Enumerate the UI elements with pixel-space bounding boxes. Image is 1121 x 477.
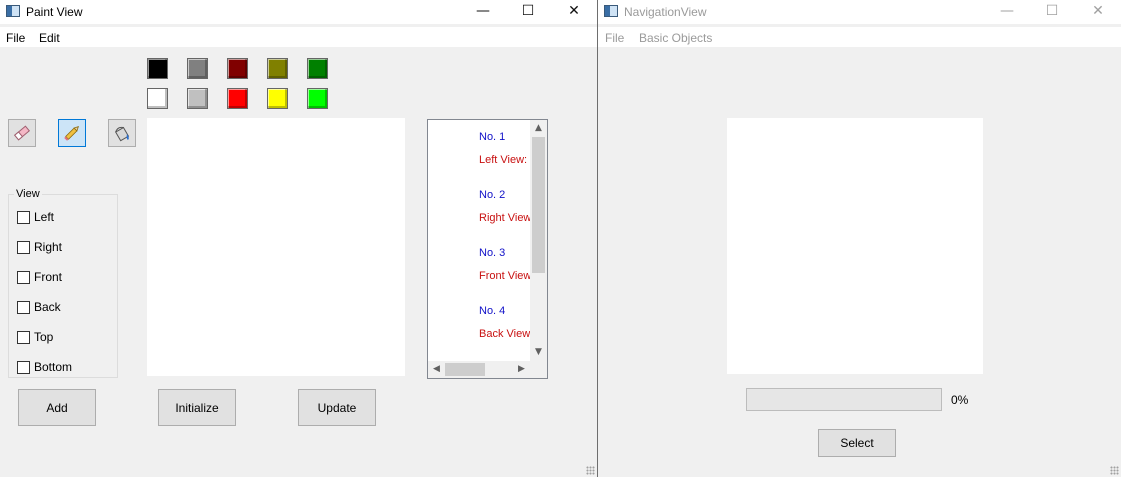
checkbox-box[interactable] xyxy=(17,270,30,284)
update-button[interactable]: Update xyxy=(298,389,376,426)
list-item-number[interactable]: No. 1 xyxy=(479,131,505,143)
pencil-tool-button[interactable] xyxy=(58,119,86,147)
checkbox-label: Right xyxy=(34,240,63,254)
maximize-button[interactable]: ☐ xyxy=(1029,0,1075,24)
scroll-corner xyxy=(530,361,547,378)
add-button[interactable]: Add xyxy=(18,389,96,426)
list-item-number[interactable]: No. 2 xyxy=(479,189,505,201)
close-button[interactable]: ✕ xyxy=(1075,0,1121,24)
vertical-scroll-thumb[interactable] xyxy=(532,137,545,273)
color-swatch-maroon[interactable] xyxy=(227,58,248,79)
scroll-right-icon[interactable]: ▶ xyxy=(513,361,530,378)
app-icon xyxy=(6,5,20,17)
view-group-title: View xyxy=(14,188,42,200)
menu-bar: File Edit xyxy=(0,27,597,47)
title-bar[interactable]: NavigationView — ☐ ✕ xyxy=(598,0,1121,24)
color-swatch-lime[interactable] xyxy=(307,88,328,109)
progress-bar xyxy=(746,388,942,411)
resize-grip-icon[interactable] xyxy=(1110,466,1119,475)
paint-view-window: Paint View — ☐ ✕ File Edit View Left Rig… xyxy=(0,0,597,477)
drawing-canvas[interactable] xyxy=(147,118,405,376)
checkbox-label: Left xyxy=(34,210,55,224)
scroll-down-icon[interactable]: ▼ xyxy=(530,344,547,361)
paint-bucket-tool-button[interactable] xyxy=(108,119,136,147)
checkbox-front[interactable]: Front xyxy=(17,269,62,285)
scroll-left-icon[interactable]: ◀ xyxy=(428,361,445,378)
horizontal-scroll-thumb[interactable] xyxy=(445,363,485,376)
checkbox-label: Back xyxy=(34,300,61,314)
list-item-view[interactable]: Right View xyxy=(479,212,531,224)
progress-label: 0% xyxy=(951,393,969,407)
minimize-button[interactable]: — xyxy=(984,0,1030,24)
menu-edit[interactable]: Edit xyxy=(39,31,60,45)
menu-basic-objects[interactable]: Basic Objects xyxy=(639,31,712,45)
color-swatch-red[interactable] xyxy=(227,88,248,109)
navigation-canvas[interactable] xyxy=(727,118,983,374)
checkbox-box[interactable] xyxy=(17,360,30,374)
title-bar[interactable]: Paint View — ☐ ✕ xyxy=(0,0,597,24)
color-swatch-green[interactable] xyxy=(307,58,328,79)
color-swatch-black[interactable] xyxy=(147,58,168,79)
maximize-button[interactable]: ☐ xyxy=(505,0,551,24)
minimize-button[interactable]: — xyxy=(460,0,506,24)
checkbox-box[interactable] xyxy=(17,330,30,344)
eraser-icon xyxy=(14,125,30,141)
app-icon xyxy=(604,5,618,17)
checkbox-box[interactable] xyxy=(17,300,30,314)
list-item-view[interactable]: Left View: xyxy=(479,154,527,166)
pencil-icon xyxy=(64,126,79,141)
paint-bucket-icon xyxy=(114,126,130,142)
list-item-view[interactable]: Back View: xyxy=(479,328,533,340)
initialize-button[interactable]: Initialize xyxy=(158,389,236,426)
checkbox-back[interactable]: Back xyxy=(17,299,61,315)
menu-file[interactable]: File xyxy=(605,31,624,45)
color-swatch-silver[interactable] xyxy=(187,88,208,109)
menu-bar: File Basic Objects xyxy=(598,27,1121,47)
checkbox-left[interactable]: Left xyxy=(17,209,54,225)
color-swatch-yellow[interactable] xyxy=(267,88,288,109)
list-item-number[interactable]: No. 4 xyxy=(479,305,505,317)
color-swatch-olive[interactable] xyxy=(267,58,288,79)
checkbox-label: Top xyxy=(34,330,54,344)
checkbox-right[interactable]: Right xyxy=(17,239,62,255)
checkbox-label: Bottom xyxy=(34,360,73,374)
list-item-view[interactable]: Front View xyxy=(479,270,531,282)
color-swatch-gray[interactable] xyxy=(187,58,208,79)
resize-grip-icon[interactable] xyxy=(586,466,595,475)
paint-content: View Left Right Front Back Top Bottom No… xyxy=(0,47,597,477)
checkbox-bottom[interactable]: Bottom xyxy=(17,359,72,375)
horizontal-scrollbar[interactable]: ◀ ▶ xyxy=(428,361,530,378)
select-button[interactable]: Select xyxy=(818,429,896,457)
eraser-tool-button[interactable] xyxy=(8,119,36,147)
color-swatch-white[interactable] xyxy=(147,88,168,109)
checkbox-box[interactable] xyxy=(17,240,30,254)
navigation-content: 0% Select xyxy=(598,47,1121,477)
views-list[interactable]: No. 1 Left View: No. 2 Right View No. 3 … xyxy=(427,119,548,379)
vertical-scrollbar[interactable]: ▲ ▼ xyxy=(530,120,547,361)
checkbox-box[interactable] xyxy=(17,210,30,224)
close-button[interactable]: ✕ xyxy=(551,0,597,24)
navigation-view-window: NavigationView — ☐ ✕ File Basic Objects … xyxy=(598,0,1121,477)
checkbox-label: Front xyxy=(34,270,63,284)
window-title: Paint View xyxy=(26,5,83,19)
window-title: NavigationView xyxy=(624,5,707,19)
menu-file[interactable]: File xyxy=(6,31,25,45)
scroll-up-icon[interactable]: ▲ xyxy=(530,120,547,137)
checkbox-top[interactable]: Top xyxy=(17,329,53,345)
list-item-number[interactable]: No. 3 xyxy=(479,247,505,259)
